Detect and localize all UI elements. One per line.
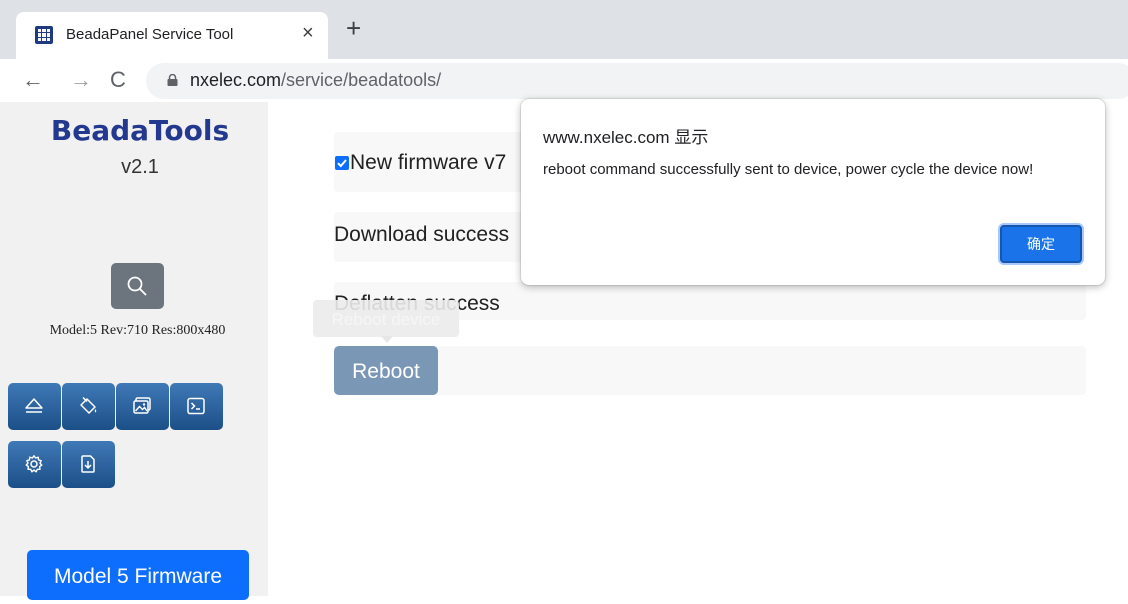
images-icon bbox=[133, 397, 151, 414]
dialog-ok-button[interactable]: 确定 bbox=[1000, 225, 1082, 263]
reboot-row: Reboot bbox=[334, 346, 1086, 395]
download-status: Download success bbox=[334, 223, 510, 246]
address-bar[interactable]: nxelec.com/service/beadatools/ bbox=[146, 63, 1128, 99]
settings-button[interactable] bbox=[8, 441, 61, 488]
browser-toolbar: ← → C nxelec.com/service/beadatools/ bbox=[0, 59, 1128, 102]
reboot-button[interactable]: Reboot bbox=[334, 346, 438, 395]
search-icon bbox=[127, 276, 147, 296]
close-tab-icon[interactable]: × bbox=[302, 22, 314, 45]
url-text: nxelec.com/service/beadatools/ bbox=[190, 70, 441, 91]
firmware-checkbox[interactable] bbox=[335, 156, 349, 170]
firmware-label: New firmware v7 bbox=[350, 151, 507, 174]
back-button[interactable]: ← bbox=[22, 67, 44, 93]
images-button[interactable] bbox=[116, 383, 169, 430]
terminal-icon bbox=[187, 397, 205, 415]
firmware-download-button[interactable] bbox=[62, 441, 115, 488]
reload-button[interactable]: C bbox=[110, 67, 126, 93]
reboot-tooltip: Reboot device bbox=[313, 300, 459, 337]
forward-button[interactable]: → bbox=[70, 67, 92, 93]
eject-button[interactable] bbox=[8, 383, 61, 430]
model-info: Model:5 Rev:710 Res:800x480 bbox=[49, 323, 226, 338]
app-version: v2.1 bbox=[121, 156, 159, 178]
gear-icon bbox=[25, 455, 43, 473]
fill-button[interactable] bbox=[62, 383, 115, 430]
search-device-button[interactable] bbox=[111, 263, 164, 309]
new-tab-button[interactable]: + bbox=[346, 15, 361, 41]
dialog-title: www.nxelec.com 显示 bbox=[543, 128, 709, 147]
favicon-icon bbox=[35, 26, 53, 44]
app-title: BeadaTools bbox=[50, 114, 230, 147]
browser-tab[interactable]: BeadaPanel Service Tool × bbox=[16, 12, 328, 59]
alert-dialog: www.nxelec.com 显示 reboot command success… bbox=[521, 99, 1105, 285]
paint-bucket-icon bbox=[80, 396, 97, 414]
checkmark-icon bbox=[337, 159, 347, 168]
tab-strip: BeadaPanel Service Tool × + bbox=[0, 0, 1128, 59]
tooltip-arrow bbox=[381, 336, 393, 343]
download-icon bbox=[81, 455, 95, 473]
terminal-button[interactable] bbox=[170, 383, 223, 430]
lock-icon bbox=[167, 74, 178, 86]
url-path: /service/beadatools/ bbox=[281, 70, 442, 90]
url-host: nxelec.com bbox=[190, 70, 282, 90]
model-firmware-button[interactable]: Model 5 Firmware bbox=[27, 550, 249, 600]
tab-title: BeadaPanel Service Tool bbox=[66, 26, 234, 43]
sidebar: BeadaTools v2.1 Model:5 Rev:710 Res:800x… bbox=[0, 102, 268, 600]
eject-icon bbox=[25, 398, 43, 413]
dialog-message: reboot command successfully sent to devi… bbox=[543, 161, 1034, 178]
